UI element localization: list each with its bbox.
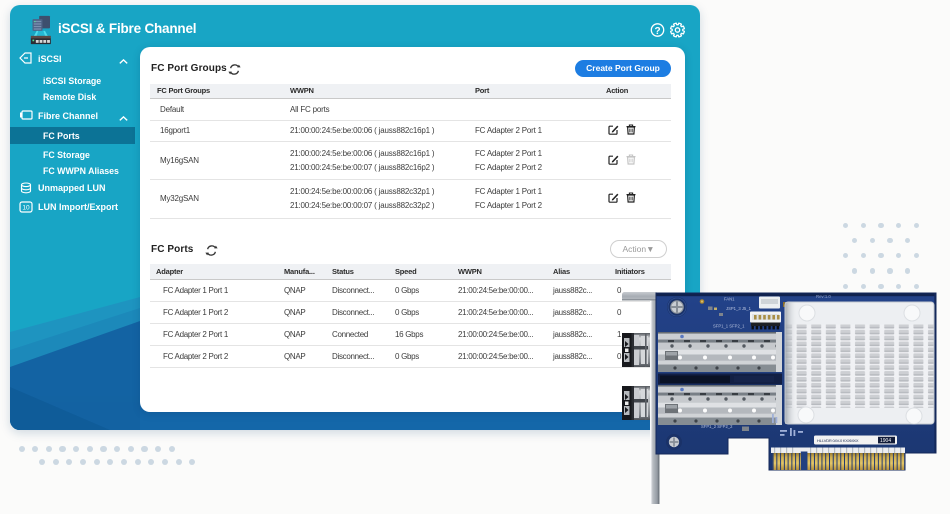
- svg-text:10: 10: [22, 205, 30, 212]
- svg-text:?: ?: [654, 26, 660, 37]
- svg-text:SFP1_1 SFP2_1: SFP1_1 SFP2_1: [713, 324, 745, 329]
- svg-text:Rev:1.0: Rev:1.0: [816, 294, 831, 299]
- svg-text:1904: 1904: [880, 438, 891, 444]
- svg-text:FAN1: FAN1: [724, 297, 735, 302]
- svg-text:JSP1_3 J5_1: JSP1_3 J5_1: [726, 306, 752, 311]
- svg-text:SFP1_2 SFP2_2: SFP1_2 SFP2_2: [701, 424, 733, 429]
- svg-text:HLI-VDR 04V-0 KXXMXX: HLI-VDR 04V-0 KXXMXX: [817, 438, 859, 443]
